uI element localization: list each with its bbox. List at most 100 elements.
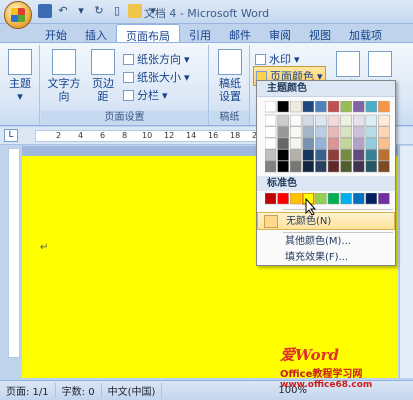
color-swatch[interactable] <box>378 126 390 138</box>
color-swatch[interactable] <box>352 126 365 138</box>
word-count[interactable]: 字数: 0 <box>56 383 102 398</box>
tab-home[interactable]: 开始 <box>36 24 76 43</box>
color-swatch[interactable] <box>327 160 340 173</box>
color-swatch[interactable] <box>315 137 327 150</box>
undo-icon[interactable]: ↶ <box>56 4 70 18</box>
tab-mailings[interactable]: 邮件 <box>220 24 260 43</box>
columns-button[interactable]: 分栏 ▾ <box>123 87 168 103</box>
color-swatch[interactable] <box>365 137 378 150</box>
color-swatch[interactable] <box>302 160 315 173</box>
color-swatch[interactable] <box>327 126 340 138</box>
color-swatch[interactable] <box>365 114 378 127</box>
open-folder-icon[interactable] <box>128 4 142 18</box>
color-swatch[interactable] <box>277 160 289 173</box>
color-swatch[interactable] <box>289 137 302 150</box>
color-swatch[interactable] <box>302 101 315 113</box>
save-icon[interactable] <box>38 4 52 18</box>
color-swatch[interactable] <box>340 101 352 113</box>
color-swatch[interactable] <box>340 114 352 127</box>
color-swatch[interactable] <box>327 149 340 161</box>
color-swatch[interactable] <box>265 126 277 138</box>
color-swatch[interactable] <box>289 149 302 161</box>
color-swatch[interactable] <box>340 137 352 150</box>
color-swatch[interactable] <box>265 137 277 150</box>
tab-add-ins[interactable]: 加载项 <box>340 24 391 43</box>
tab-page-layout[interactable]: 页面布局 <box>116 24 180 43</box>
color-swatch[interactable] <box>352 114 365 127</box>
color-swatch[interactable] <box>315 160 327 173</box>
color-swatch[interactable] <box>265 101 277 113</box>
color-swatch[interactable] <box>327 137 340 150</box>
color-swatch[interactable] <box>352 149 365 161</box>
color-swatch[interactable] <box>378 114 390 127</box>
color-swatch[interactable] <box>365 126 378 138</box>
color-swatch[interactable] <box>327 101 340 113</box>
color-swatch[interactable] <box>340 126 352 138</box>
color-swatch[interactable] <box>365 149 378 161</box>
color-swatch[interactable] <box>289 114 302 127</box>
fill-effects-item[interactable]: 填充效果(F)... <box>257 249 395 267</box>
vertical-scrollbar[interactable] <box>399 146 413 378</box>
color-swatch[interactable] <box>302 137 315 150</box>
color-swatch[interactable] <box>277 149 289 161</box>
color-swatch[interactable] <box>315 114 327 127</box>
standard-color-palette[interactable] <box>265 193 391 205</box>
themes-button[interactable]: 主题 ▾ <box>6 49 34 103</box>
standard-color-swatch[interactable] <box>315 193 327 205</box>
color-swatch[interactable] <box>315 126 327 138</box>
standard-color-swatch[interactable] <box>340 193 352 205</box>
color-swatch[interactable] <box>277 126 289 138</box>
page-count[interactable]: 页面: 1/1 <box>0 383 56 398</box>
draft-settings-button[interactable]: 稿纸设置 <box>216 49 244 103</box>
color-swatch[interactable] <box>378 137 390 150</box>
color-swatch[interactable] <box>378 149 390 161</box>
color-swatch[interactable] <box>352 137 365 150</box>
color-swatch[interactable] <box>378 101 390 113</box>
standard-color-swatch[interactable] <box>289 193 302 205</box>
no-color-item[interactable]: 无颜色(N) <box>257 212 395 230</box>
color-swatch[interactable] <box>265 149 277 161</box>
standard-color-swatch[interactable] <box>327 193 340 205</box>
dropdown-arrow-icon[interactable]: ▾ <box>74 4 88 18</box>
new-document-icon[interactable]: ▯ <box>110 4 124 18</box>
color-swatch[interactable] <box>365 101 378 113</box>
tab-references[interactable]: 引用 <box>180 24 220 43</box>
margins-button[interactable]: 页边距 <box>87 49 119 103</box>
color-swatch[interactable] <box>265 114 277 127</box>
standard-color-swatch[interactable] <box>352 193 365 205</box>
color-swatch[interactable] <box>289 126 302 138</box>
color-swatch[interactable] <box>289 101 302 113</box>
color-swatch[interactable] <box>340 160 352 173</box>
standard-color-swatch[interactable] <box>365 193 378 205</box>
zoom-level[interactable]: 100% <box>272 385 313 396</box>
color-swatch[interactable] <box>352 160 365 173</box>
color-swatch[interactable] <box>277 137 289 150</box>
standard-color-swatch[interactable] <box>378 193 390 205</box>
vertical-ruler[interactable] <box>8 148 20 358</box>
color-swatch[interactable] <box>378 160 390 173</box>
color-swatch[interactable] <box>289 160 302 173</box>
tab-view[interactable]: 视图 <box>300 24 340 43</box>
color-swatch[interactable] <box>327 114 340 127</box>
text-direction-button[interactable]: 文字方向 <box>45 49 83 103</box>
orientation-button[interactable]: 纸张方向 ▾ <box>123 51 190 67</box>
size-button[interactable]: 纸张大小 ▾ <box>123 69 190 85</box>
theme-color-palette[interactable] <box>265 101 391 173</box>
tab-selector[interactable]: L <box>4 129 18 142</box>
office-button[interactable] <box>4 1 32 29</box>
color-swatch[interactable] <box>302 114 315 127</box>
color-swatch[interactable] <box>277 101 289 113</box>
tab-review[interactable]: 审阅 <box>260 24 300 43</box>
customize-qat-icon[interactable]: ▾ <box>146 4 160 18</box>
color-swatch[interactable] <box>302 149 315 161</box>
color-swatch[interactable] <box>340 149 352 161</box>
standard-color-swatch[interactable] <box>265 193 277 205</box>
color-swatch[interactable] <box>315 101 327 113</box>
color-swatch[interactable] <box>265 160 277 173</box>
language-indicator[interactable]: 中文(中国) <box>102 383 163 398</box>
color-swatch[interactable] <box>277 114 289 127</box>
color-swatch[interactable] <box>352 101 365 113</box>
color-swatch[interactable] <box>365 160 378 173</box>
watermark-button[interactable]: 水印 ▾ <box>255 51 300 67</box>
tab-insert[interactable]: 插入 <box>76 24 116 43</box>
